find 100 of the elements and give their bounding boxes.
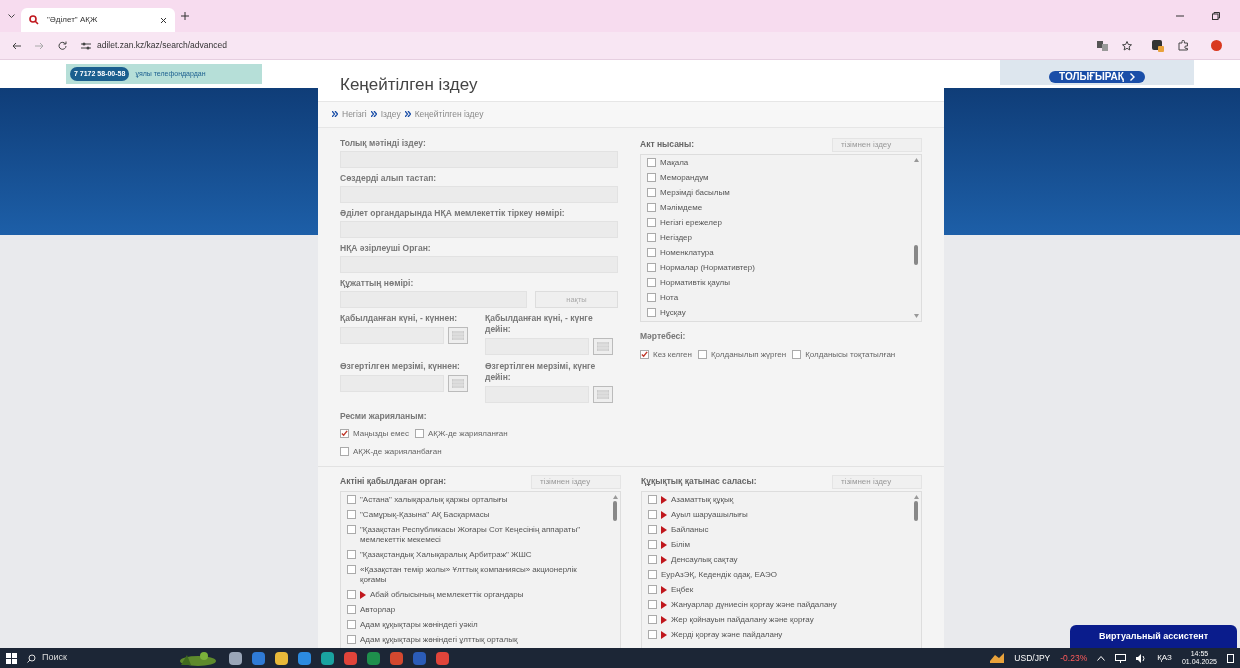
list-item[interactable]: Номенклатура <box>660 248 714 259</box>
extension-icon[interactable] <box>1152 39 1164 52</box>
list-item[interactable]: "Қазақстан Республикасы Жоғары Сот Кеңесінің аппараты" мемлекеттік мекемесі <box>360 525 604 545</box>
list-item[interactable]: Абай облысының мемлекеттік органдары <box>370 590 524 600</box>
browser-tab[interactable]: "Әділет" АҚЖ <box>21 8 175 32</box>
list-item[interactable]: Адам құқықтары жөніндегі ұлттық орталық <box>360 635 518 645</box>
back-icon[interactable] <box>12 41 21 50</box>
checkbox[interactable] <box>647 293 656 303</box>
expand-arrow-icon[interactable] <box>661 496 667 504</box>
forward-icon[interactable] <box>35 41 44 50</box>
list-item[interactable]: Нота <box>660 293 679 304</box>
list-item[interactable]: Мәлімдеме <box>660 203 703 214</box>
list-search-field[interactable]: тізімнен іздеу <box>531 474 621 489</box>
checkbox[interactable] <box>647 263 656 273</box>
checkbox[interactable] <box>647 278 656 288</box>
checkbox[interactable] <box>647 218 656 228</box>
scrollbar-thumb[interactable] <box>914 500 918 521</box>
checkbox[interactable] <box>648 510 657 519</box>
option-label[interactable]: АҚЖ-де жарияланған <box>427 427 508 440</box>
taskbar-app-icon[interactable] <box>275 651 288 665</box>
checkbox[interactable] <box>647 233 656 243</box>
star-icon[interactable] <box>1122 40 1132 51</box>
breadcrumb-link[interactable]: Кеңейтілген іздеу <box>414 108 484 121</box>
scroll-down-icon[interactable] <box>913 313 919 318</box>
list-item[interactable]: Нормативтік қаулы <box>660 278 730 289</box>
checkbox[interactable] <box>648 570 657 579</box>
expand-arrow-icon[interactable] <box>360 591 366 599</box>
list-item[interactable]: Байланыс <box>671 525 709 535</box>
checkbox[interactable] <box>347 605 356 614</box>
checkbox[interactable] <box>647 248 656 258</box>
expand-arrow-icon[interactable] <box>661 541 667 549</box>
option-label[interactable]: Қолданылып жүрген <box>710 348 787 361</box>
expand-arrow-icon[interactable] <box>661 631 667 639</box>
checkbox[interactable] <box>640 350 649 359</box>
restore-icon[interactable] <box>1212 12 1220 20</box>
list-item[interactable]: Азаматтық құқық <box>671 495 734 505</box>
checkbox[interactable] <box>647 308 656 318</box>
ticker-symbol[interactable]: USD/JPY <box>1014 651 1051 665</box>
list-item[interactable]: Негізгі ережелер <box>660 218 722 229</box>
avatar-icon[interactable] <box>1211 40 1222 51</box>
checkbox[interactable] <box>347 510 356 519</box>
checkbox[interactable] <box>648 630 657 639</box>
checkbox[interactable] <box>347 525 356 534</box>
list-item[interactable]: ЕурАзЭҚ, Кедендік одақ, ЕАЭО <box>661 570 777 580</box>
checkbox[interactable] <box>340 447 349 456</box>
list-search-field[interactable]: тізімнен іздеу <box>832 474 922 489</box>
expand-arrow-icon[interactable] <box>661 586 667 594</box>
checkbox[interactable] <box>414 429 424 438</box>
expand-arrow-icon[interactable] <box>661 511 667 519</box>
list-item[interactable]: Меморандум <box>660 173 709 184</box>
checkbox[interactable] <box>647 173 656 183</box>
list-item[interactable]: Нұсқау <box>660 308 686 319</box>
taskbar-app-icon[interactable] <box>298 651 311 665</box>
calendar-icon[interactable] <box>593 385 613 403</box>
speaker-icon[interactable] <box>1136 653 1148 663</box>
scroll-up-icon[interactable] <box>612 494 618 499</box>
assistant-button[interactable]: Виртуальный ассистент <box>1070 625 1237 648</box>
checkbox[interactable] <box>648 555 657 564</box>
checkbox[interactable] <box>648 615 657 624</box>
tab-list-caret-icon[interactable] <box>8 13 15 19</box>
list-item[interactable]: Жануарлар дүниесін қорғау және пайдалану <box>671 600 837 610</box>
checkbox[interactable] <box>648 540 657 549</box>
url-text[interactable]: adilet.zan.kz/kaz/search/advanced <box>97 39 227 52</box>
tray-caret-icon[interactable] <box>1097 655 1106 661</box>
promo-banner[interactable]: ТОЛЫҒЫРАҚ <box>1000 60 1194 85</box>
windows-logo-icon[interactable] <box>6 652 17 664</box>
more-button[interactable]: ТОЛЫҒЫРАҚ <box>1049 71 1145 83</box>
taskbar-app-icon[interactable] <box>344 651 357 665</box>
checkbox[interactable] <box>648 585 657 594</box>
checkbox[interactable] <box>792 350 802 359</box>
taskbar-app-icon[interactable] <box>367 651 380 665</box>
calendar-icon[interactable] <box>593 337 613 355</box>
taskbar-search[interactable]: Поиск <box>27 651 167 665</box>
list-item[interactable]: Адам құқықтары жөніндегі уәкіл <box>360 620 478 630</box>
scroll-up-icon[interactable] <box>913 494 919 499</box>
puzzle-icon[interactable] <box>1178 40 1189 51</box>
taskbar-app-icon[interactable] <box>390 651 403 665</box>
option-label[interactable]: Кез келген <box>653 348 692 361</box>
expand-arrow-icon[interactable] <box>661 556 667 564</box>
checkbox[interactable] <box>347 565 356 574</box>
list-item[interactable]: Жерді қорғау және пайдалану <box>671 630 783 640</box>
breadcrumb-link[interactable]: Іздеу <box>380 108 401 121</box>
option-label[interactable]: АҚЖ-де жарияланбаған <box>353 445 442 458</box>
checkbox[interactable] <box>340 429 349 438</box>
reload-icon[interactable] <box>58 41 67 50</box>
expand-arrow-icon[interactable] <box>661 616 667 624</box>
network-icon[interactable] <box>1115 653 1127 663</box>
list-item[interactable]: Негіздер <box>660 233 692 244</box>
checkbox[interactable] <box>697 350 707 359</box>
checkbox[interactable] <box>347 620 356 629</box>
list-item[interactable]: "Қазақстандық Халықаралық Арбитраж" ЖШС <box>360 550 532 560</box>
checkbox[interactable] <box>648 525 657 534</box>
checkbox[interactable] <box>647 203 656 213</box>
scrollbar-thumb[interactable] <box>914 245 918 266</box>
list-item[interactable]: Нормалар (Нормативтер) <box>660 263 755 274</box>
list-item[interactable]: Білім <box>671 540 690 550</box>
scroll-up-icon[interactable] <box>913 157 919 162</box>
close-icon[interactable] <box>160 16 167 24</box>
site-settings-icon[interactable] <box>81 41 91 50</box>
list-item[interactable]: Мерзімді басылым <box>660 188 730 199</box>
